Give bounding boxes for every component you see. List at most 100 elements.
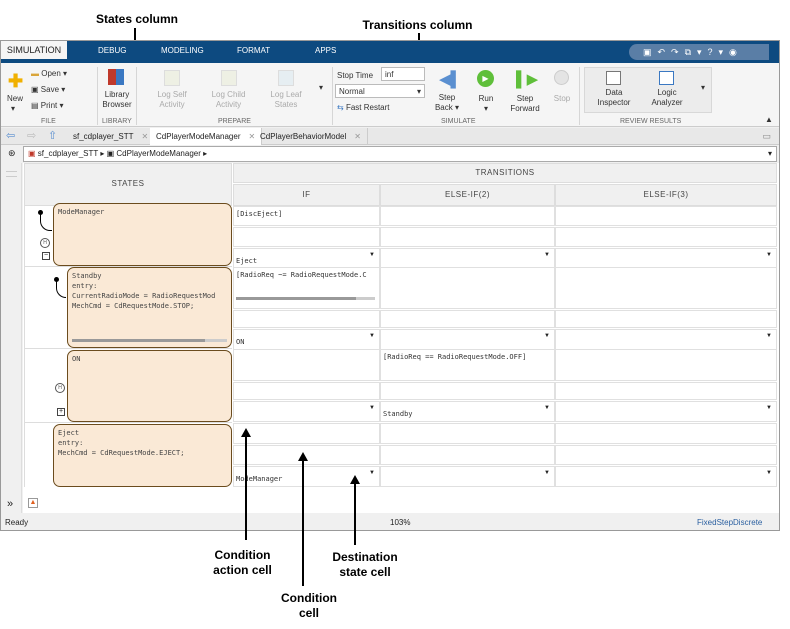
breadcrumb-dropdown[interactable]: ▾	[768, 147, 772, 161]
tab-debug[interactable]: DEBUG	[98, 46, 126, 55]
matlab-icon[interactable]: ▲	[28, 498, 38, 508]
condition-action-cell[interactable]	[380, 382, 555, 400]
step-back-button[interactable]: Step Back ▾	[433, 93, 461, 113]
library-browser-icon	[108, 69, 124, 85]
destination-state-cell[interactable]: ON ▼	[233, 329, 380, 350]
condition-action-cell[interactable]	[555, 227, 777, 247]
condition-cell[interactable]: [RadioReq == RadioRequestMode.OFF]	[380, 349, 555, 381]
logic-analyzer-button[interactable]: Logic Analyzer	[646, 88, 688, 108]
destination-state-cell[interactable]: ▼	[555, 466, 777, 487]
dropdown-arrow-icon[interactable]: ▼	[544, 405, 550, 411]
save-button[interactable]: ▣ Save ▾	[31, 85, 65, 95]
simulation-mode-select[interactable]: Normal ▾	[335, 84, 425, 98]
data-inspector-button[interactable]: Data Inspector	[593, 88, 635, 108]
back-icon[interactable]: ⇦	[6, 129, 15, 142]
condition-cell[interactable]: [RadioReq ~= RadioRequestMode.C	[233, 267, 380, 309]
dropdown-arrow-icon[interactable]: ▼	[766, 405, 772, 411]
collapse-ribbon-icon[interactable]: ▲	[765, 115, 773, 125]
library-browser-button[interactable]: Library Browser	[101, 90, 133, 110]
log-child-activity-button[interactable]: Log Child Activity	[206, 90, 251, 110]
new-button[interactable]: New	[5, 94, 25, 104]
ribbon: ✚ New ▾ ▬ Open ▾ ▣ Save ▾ ▤ Print ▾ FILE…	[1, 63, 779, 127]
run-button[interactable]: Run ▾	[474, 94, 498, 114]
zoom-level: 103%	[390, 518, 411, 527]
condition-action-cell[interactable]	[555, 310, 777, 328]
condition-cell[interactable]	[233, 423, 380, 444]
log-child-icon	[221, 70, 237, 86]
log-self-activity-button[interactable]: Log Self Activity	[151, 90, 193, 110]
dropdown-arrow-icon[interactable]: ▼	[369, 333, 375, 339]
destination-state-cell[interactable]: ▼	[380, 466, 555, 487]
dropdown-arrow-icon[interactable]: ▼	[544, 470, 550, 476]
review-more-button[interactable]: ▾	[701, 83, 705, 93]
condition-action-cell[interactable]	[380, 445, 555, 465]
doc-tab-cdplayermodemanager[interactable]: CdPlayerModeManager ✕	[150, 128, 263, 145]
dropdown-arrow-icon[interactable]: ▼	[544, 252, 550, 258]
condition-cell[interactable]	[555, 267, 777, 309]
solver-link[interactable]: FixedStepDiscrete	[697, 515, 762, 530]
destination-state-cell[interactable]: ▼	[380, 248, 555, 268]
horizontal-scrollbar[interactable]	[236, 297, 375, 300]
keyboard-icon[interactable]: ▭	[762, 131, 771, 142]
annotation-condition-cell: Condition cell	[281, 591, 337, 620]
condition-action-cell[interactable]	[380, 227, 555, 247]
condition-action-cell[interactable]	[233, 227, 380, 247]
dropdown-arrow-icon[interactable]: ▼	[766, 252, 772, 258]
condition-cell[interactable]	[555, 349, 777, 381]
forward-icon[interactable]: ⇨	[27, 129, 36, 142]
state-modemanager[interactable]: ModeManager	[53, 203, 232, 266]
tab-format[interactable]: FORMAT	[237, 46, 270, 55]
tab-modeling[interactable]: MODELING	[161, 46, 204, 55]
dropdown-arrow-icon[interactable]: ▼	[369, 252, 375, 258]
tab-simulation[interactable]: SIMULATION	[1, 41, 67, 59]
dropdown-arrow-icon[interactable]: ▼	[369, 405, 375, 411]
dropdown-arrow-icon[interactable]: ▼	[766, 470, 772, 476]
collapse-icon[interactable]: −	[42, 252, 50, 260]
log-leaf-states-button[interactable]: Log Leaf States	[264, 90, 308, 110]
expand-toolbar-icon[interactable]: »	[7, 498, 13, 510]
breadcrumb-item[interactable]: sf_cdplayer_STT	[38, 149, 98, 158]
destination-state-cell[interactable]: ▼	[555, 329, 777, 350]
fast-restart-button[interactable]: ⇆ Fast Restart	[337, 103, 390, 113]
destination-state-cell[interactable]: Eject ▼	[233, 248, 380, 268]
condition-action-cell[interactable]	[555, 445, 777, 465]
destination-state-cell[interactable]: ▼	[555, 248, 777, 268]
open-button[interactable]: ▬ Open ▾	[31, 69, 67, 79]
condition-action-cell[interactable]	[233, 382, 380, 400]
print-button[interactable]: ▤ Print ▾	[31, 101, 64, 111]
column-header-else-if-3: ELSE-IF(3)	[555, 184, 777, 206]
destination-state-cell[interactable]: ▼	[555, 401, 777, 422]
condition-cell[interactable]	[555, 206, 777, 226]
dropdown-arrow-icon[interactable]: ▼	[766, 333, 772, 339]
state-on[interactable]: ON	[67, 350, 232, 422]
dropdown-arrow-icon[interactable]: ▼	[369, 470, 375, 476]
state-standby[interactable]: Standby entry: CurrentRadioMode = RadioR…	[67, 267, 232, 348]
dropdown-arrow-icon[interactable]: ▼	[544, 333, 550, 339]
step-forward-button[interactable]: Step Forward	[509, 94, 541, 114]
stop-button[interactable]: Stop	[551, 94, 573, 104]
condition-cell[interactable]	[380, 423, 555, 444]
condition-cell[interactable]	[380, 267, 555, 309]
condition-cell[interactable]: [DiscEject]	[233, 206, 380, 226]
condition-action-cell[interactable]	[233, 310, 380, 328]
destination-state-cell[interactable]: ▼	[233, 401, 380, 422]
condition-cell[interactable]	[380, 206, 555, 226]
breadcrumb-item[interactable]: CdPlayerModeManager	[116, 149, 201, 158]
quick-access-toolbar[interactable]: ▣↶↷⧉▾?▾◉	[629, 44, 769, 60]
destination-state-cell[interactable]: ▼	[380, 329, 555, 350]
destination-state-cell[interactable]: Standby ▼	[380, 401, 555, 422]
up-icon[interactable]: ⇧	[48, 129, 57, 142]
prepare-more-button[interactable]: ▾	[319, 83, 323, 93]
doc-tab-sf-cdplayer-stt[interactable]: sf_cdplayer_STT ✕	[67, 128, 156, 145]
condition-cell[interactable]	[555, 423, 777, 444]
expand-icon[interactable]: +	[57, 408, 65, 416]
stop-time-input[interactable]: inf	[381, 67, 425, 81]
condition-cell[interactable]	[233, 349, 380, 381]
doc-tab-cdplayerbehaviormodel[interactable]: CdPlayerBehaviorModel ✕	[254, 128, 368, 145]
state-eject[interactable]: Eject entry: MechCmd = CdRequestMode.EJE…	[53, 424, 232, 487]
tab-apps[interactable]: APPS	[315, 46, 336, 55]
hide-explorer-icon[interactable]: ⊛	[8, 148, 16, 159]
condition-action-cell[interactable]	[380, 310, 555, 328]
condition-action-cell[interactable]	[555, 382, 777, 400]
step-forward-icon: ▌▶	[516, 71, 539, 88]
